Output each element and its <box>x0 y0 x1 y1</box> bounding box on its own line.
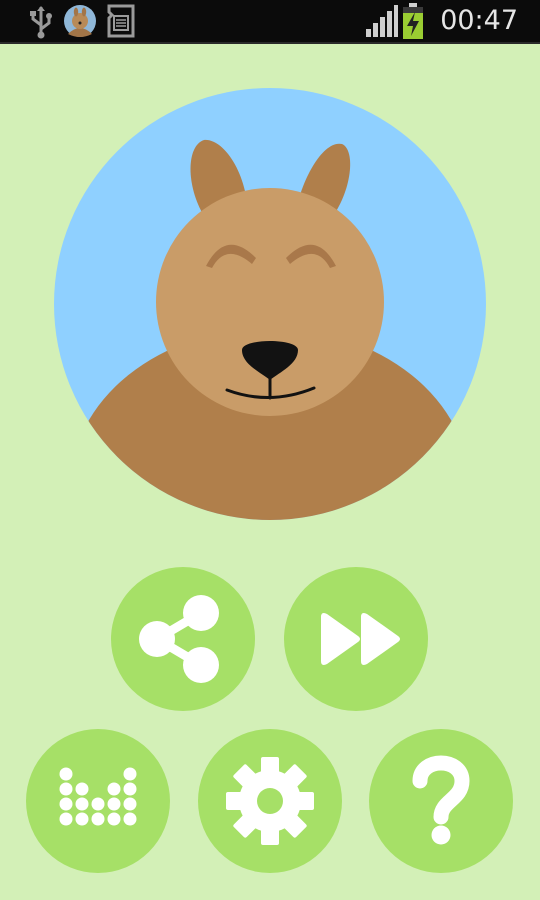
help-button[interactable] <box>369 729 513 873</box>
question-mark-icon <box>412 755 470 845</box>
dot-grid-icon <box>59 767 137 826</box>
gear-icon <box>226 757 314 845</box>
share-icon <box>139 595 219 683</box>
signal-icon <box>366 5 398 37</box>
usb-icon <box>30 6 52 39</box>
status-bar-time: 00:47 <box>440 5 518 36</box>
fast-forward-icon <box>321 613 400 665</box>
settings-button[interactable] <box>198 729 342 873</box>
battery-charging-icon <box>403 3 423 39</box>
status-bar: 00:47 <box>0 0 540 44</box>
app-notification-icon <box>64 5 96 37</box>
share-button[interactable] <box>111 567 255 711</box>
skip-button[interactable] <box>284 567 428 711</box>
sd-card-icon <box>107 4 135 38</box>
kangaroo-face-illustration <box>54 88 486 520</box>
soundboard-button[interactable] <box>26 729 170 873</box>
